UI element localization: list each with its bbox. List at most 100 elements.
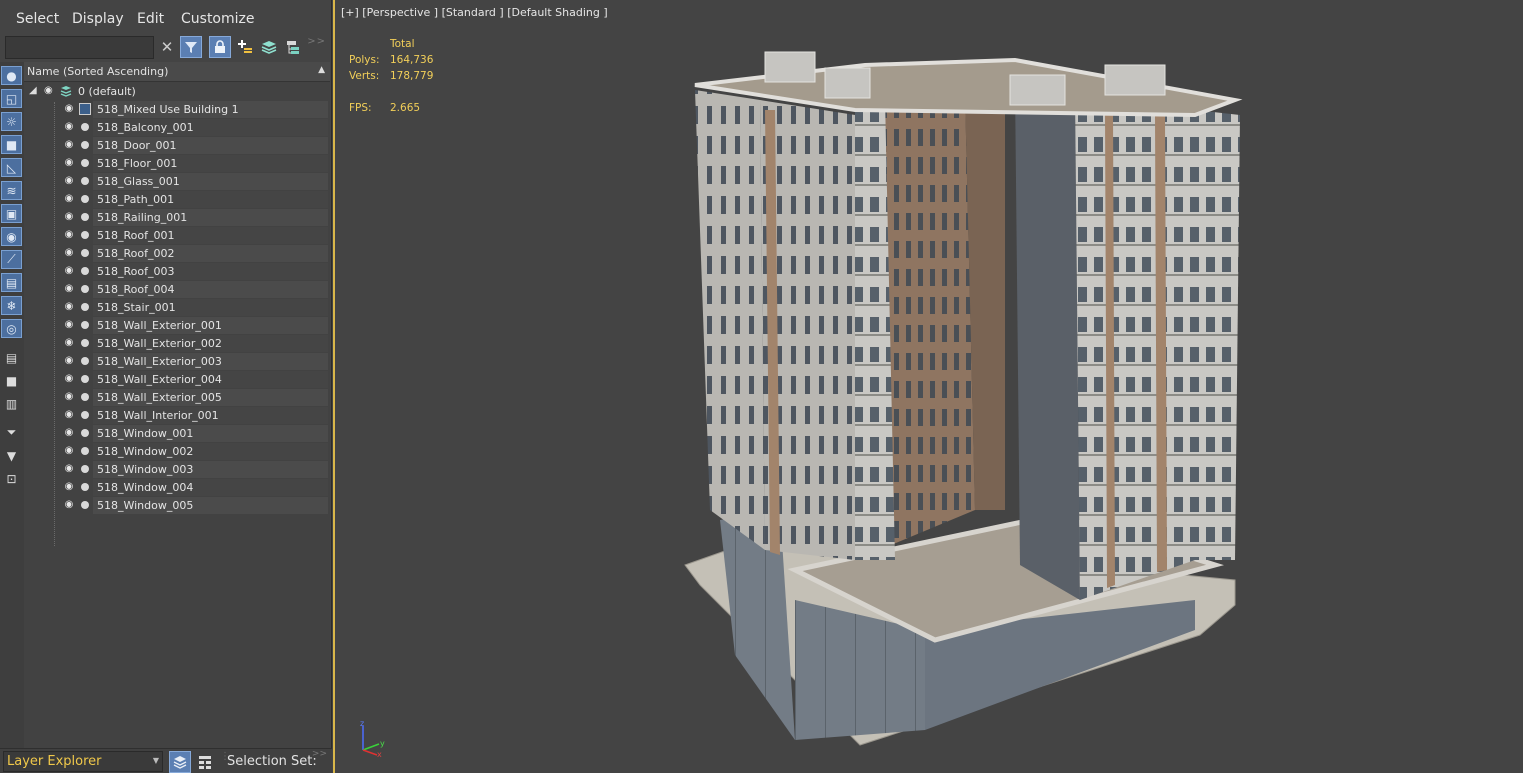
light-icon[interactable]: ☼ bbox=[1, 112, 22, 131]
eye-icon[interactable]: ◉ bbox=[63, 157, 75, 169]
select-all-icon[interactable]: ▤ bbox=[1, 348, 22, 367]
eye-icon[interactable]: ◉ bbox=[63, 211, 75, 223]
object-row[interactable]: ◉ 518_Glass_001 bbox=[24, 173, 330, 191]
filter-icon[interactable]: ⏷ bbox=[1, 423, 22, 442]
eye-icon[interactable]: ◉ bbox=[63, 319, 75, 331]
object-row[interactable]: ◉ 518_Window_005 bbox=[24, 497, 330, 515]
search-input[interactable] bbox=[5, 36, 154, 59]
eye-icon[interactable]: ◉ bbox=[63, 463, 75, 475]
object-row[interactable]: ◉ 518_Roof_001 bbox=[24, 227, 330, 245]
frozen-icon[interactable]: ❄ bbox=[1, 296, 22, 315]
menu-select[interactable]: Select bbox=[16, 11, 59, 27]
layers-icon[interactable] bbox=[258, 36, 280, 58]
object-row[interactable]: ◉ 518_Roof_003 bbox=[24, 263, 330, 281]
object-row[interactable]: ◉ 518_Mixed Use Building 1 bbox=[24, 101, 330, 119]
add-layer-icon[interactable] bbox=[234, 36, 256, 58]
eye-icon[interactable]: ◉ bbox=[63, 445, 75, 457]
object-dot-icon bbox=[81, 285, 89, 293]
object-dot-icon bbox=[81, 393, 89, 401]
object-row[interactable]: ◉ 518_Wall_Interior_001 bbox=[24, 407, 330, 425]
clear-icon[interactable]: ✕ bbox=[156, 36, 178, 58]
eye-icon[interactable]: ◉ bbox=[63, 139, 75, 151]
explorer-type-dropdown[interactable]: Layer Explorer ▼ bbox=[3, 751, 163, 772]
eye-icon[interactable]: ◉ bbox=[63, 175, 75, 187]
group-icon[interactable]: ▣ bbox=[1, 204, 22, 223]
eye-icon[interactable]: ◉ bbox=[63, 283, 75, 295]
object-row[interactable]: ◉ 518_Window_003 bbox=[24, 461, 330, 479]
hierarchy-icon[interactable] bbox=[282, 36, 304, 58]
layer-name: 0 (default) bbox=[78, 85, 136, 98]
object-name: 518_Wall_Exterior_001 bbox=[93, 317, 328, 334]
object-row[interactable]: ◉ 518_Railing_001 bbox=[24, 209, 330, 227]
eye-icon[interactable]: ◉ bbox=[63, 121, 75, 133]
helper-icon[interactable]: ◺ bbox=[1, 158, 22, 177]
object-row[interactable]: ◉ 518_Path_001 bbox=[24, 191, 330, 209]
object-row[interactable]: ◉ 518_Roof_004 bbox=[24, 281, 330, 299]
hierarchy-mode-icon[interactable] bbox=[194, 751, 216, 773]
column-header[interactable]: Name (Sorted Ascending) ▲ bbox=[24, 62, 330, 82]
bottom-collapse-handle[interactable]: >> bbox=[312, 749, 327, 759]
eye-icon[interactable]: ◉ bbox=[63, 103, 75, 115]
object-row[interactable]: ◉ 518_Wall_Exterior_005 bbox=[24, 389, 330, 407]
panel-collapse-handle[interactable]: >> bbox=[307, 36, 326, 47]
funnel-icon[interactable]: ▼ bbox=[1, 446, 22, 465]
sphere-icon[interactable]: ● bbox=[1, 66, 22, 85]
layer-row-default[interactable]: ◢ ◉ 0 (default) bbox=[24, 83, 330, 101]
object-name: 518_Roof_004 bbox=[93, 281, 328, 298]
object-row[interactable]: ◉ 518_Stair_001 bbox=[24, 299, 330, 317]
viewport-label-menu[interactable]: [+] [Perspective ] [Standard ] [Default … bbox=[341, 6, 608, 19]
object-row[interactable]: ◉ 518_Door_001 bbox=[24, 137, 330, 155]
eye-icon[interactable]: ◉ bbox=[63, 409, 75, 421]
xref-icon[interactable]: ◉ bbox=[1, 227, 22, 246]
axis-gizmo: z y x bbox=[360, 719, 385, 758]
stats-total-label: Total bbox=[390, 38, 415, 50]
eye-icon[interactable]: ◉ bbox=[63, 391, 75, 403]
roof-structure bbox=[1104, 64, 1166, 96]
lock-icon[interactable] bbox=[209, 36, 231, 58]
bone-icon[interactable]: ⟋ bbox=[1, 250, 22, 269]
menu-customize[interactable]: Customize bbox=[181, 11, 255, 27]
invert-icon[interactable]: ▥ bbox=[1, 394, 22, 413]
select-none-icon[interactable]: ■ bbox=[1, 371, 22, 390]
object-row[interactable]: ◉ 518_Roof_002 bbox=[24, 245, 330, 263]
shape-icon[interactable]: ◱ bbox=[1, 89, 22, 108]
eye-icon[interactable]: ◉ bbox=[63, 355, 75, 367]
camera-icon[interactable]: ■ bbox=[1, 135, 22, 154]
object-row[interactable]: ◉ 518_Window_001 bbox=[24, 425, 330, 443]
selection-set-icon[interactable]: ⊡ bbox=[1, 469, 22, 488]
filter-icon[interactable] bbox=[180, 36, 202, 58]
eye-icon[interactable]: ◉ bbox=[44, 85, 53, 96]
eye-icon[interactable]: ◉ bbox=[63, 247, 75, 259]
hidden-icon[interactable]: ◎ bbox=[1, 319, 22, 338]
object-row[interactable]: ◉ 518_Wall_Exterior_001 bbox=[24, 317, 330, 335]
object-name: 518_Path_001 bbox=[93, 191, 328, 208]
container-icon[interactable]: ▤ bbox=[1, 273, 22, 292]
eye-icon[interactable]: ◉ bbox=[63, 373, 75, 385]
object-dot-icon bbox=[81, 501, 89, 509]
spacewarp-icon[interactable]: ≋ bbox=[1, 181, 22, 200]
object-row[interactable]: ◉ 518_Wall_Exterior_003 bbox=[24, 353, 330, 371]
object-row[interactable]: ◉ 518_Wall_Exterior_002 bbox=[24, 335, 330, 353]
building-model[interactable] bbox=[675, 40, 1523, 760]
object-row[interactable]: ◉ 518_Window_002 bbox=[24, 443, 330, 461]
perspective-viewport[interactable]: [+] [Perspective ] [Standard ] [Default … bbox=[333, 0, 1523, 773]
filter-sidebar: ● ◱ ☼ ■ ◺ ≋ ▣ ◉ ⟋ ▤ ❄ ◎ ▤ ■ ▥ ⏷ ▼ ⊡ bbox=[0, 62, 24, 748]
menu-display[interactable]: Display bbox=[72, 11, 124, 27]
eye-icon[interactable]: ◉ bbox=[63, 499, 75, 511]
eye-icon[interactable]: ◉ bbox=[63, 265, 75, 277]
eye-icon[interactable]: ◉ bbox=[63, 337, 75, 349]
eye-icon[interactable]: ◉ bbox=[63, 301, 75, 313]
object-name: 518_Wall_Exterior_004 bbox=[93, 371, 328, 388]
eye-icon[interactable]: ◉ bbox=[63, 481, 75, 493]
object-row[interactable]: ◉ 518_Wall_Exterior_004 bbox=[24, 371, 330, 389]
expand-arrow-icon[interactable]: ◢ bbox=[29, 85, 37, 96]
object-row[interactable]: ◉ 518_Window_004 bbox=[24, 479, 330, 497]
layer-mode-icon[interactable] bbox=[169, 751, 191, 773]
eye-icon[interactable]: ◉ bbox=[63, 193, 75, 205]
menu-edit[interactable]: Edit bbox=[137, 11, 164, 27]
eye-icon[interactable]: ◉ bbox=[63, 427, 75, 439]
scene-tree: Name (Sorted Ascending) ▲ ◢ ◉ 0 (default… bbox=[24, 62, 330, 748]
object-row[interactable]: ◉ 518_Balcony_001 bbox=[24, 119, 330, 137]
eye-icon[interactable]: ◉ bbox=[63, 229, 75, 241]
object-row[interactable]: ◉ 518_Floor_001 bbox=[24, 155, 330, 173]
